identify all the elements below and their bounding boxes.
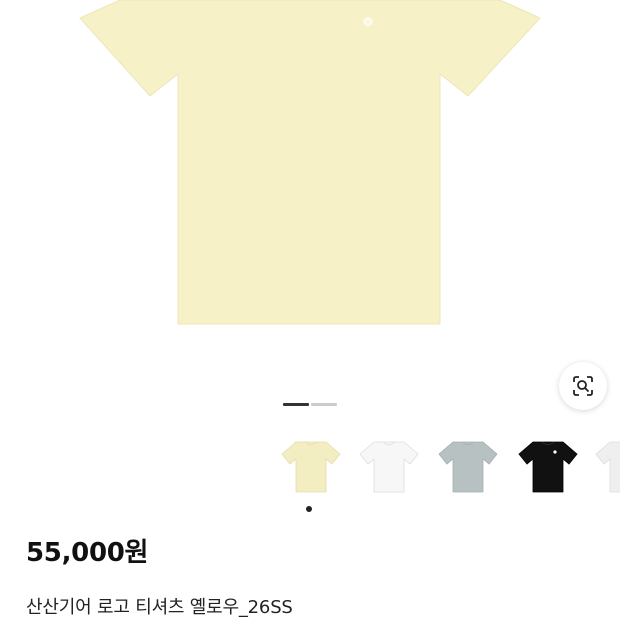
product-price: 55,000원 xyxy=(26,538,149,568)
chest-logo xyxy=(363,17,373,27)
color-option-gray[interactable] xyxy=(435,432,501,498)
color-option-yellow[interactable] xyxy=(278,432,344,498)
tshirt-gray-icon xyxy=(438,441,498,493)
tshirt-yellow-icon xyxy=(281,441,341,493)
product-title: 산산기어 로고 티셔츠 옐로우_26SS xyxy=(26,597,293,618)
pager-segment-inactive[interactable] xyxy=(311,403,337,406)
product-detail-page: 55,000원 산산기어 로고 티셔츠 옐로우_26SS xyxy=(0,0,620,620)
pager-segment-active[interactable] xyxy=(283,403,309,406)
image-search-button[interactable] xyxy=(559,362,607,410)
color-option-black[interactable] xyxy=(515,432,581,498)
tshirt-offwhite-icon xyxy=(595,441,620,493)
tshirt-body xyxy=(79,0,541,325)
gallery-pager xyxy=(283,403,337,406)
image-search-lens-icon xyxy=(573,376,593,396)
selected-color-dot xyxy=(306,506,312,512)
color-options xyxy=(0,430,620,500)
tshirt-black-icon xyxy=(518,441,578,493)
product-main-image[interactable] xyxy=(0,0,620,340)
color-option-offwhite[interactable] xyxy=(592,432,620,498)
color-option-white[interactable] xyxy=(356,432,422,498)
tshirt-white-icon xyxy=(359,441,419,493)
